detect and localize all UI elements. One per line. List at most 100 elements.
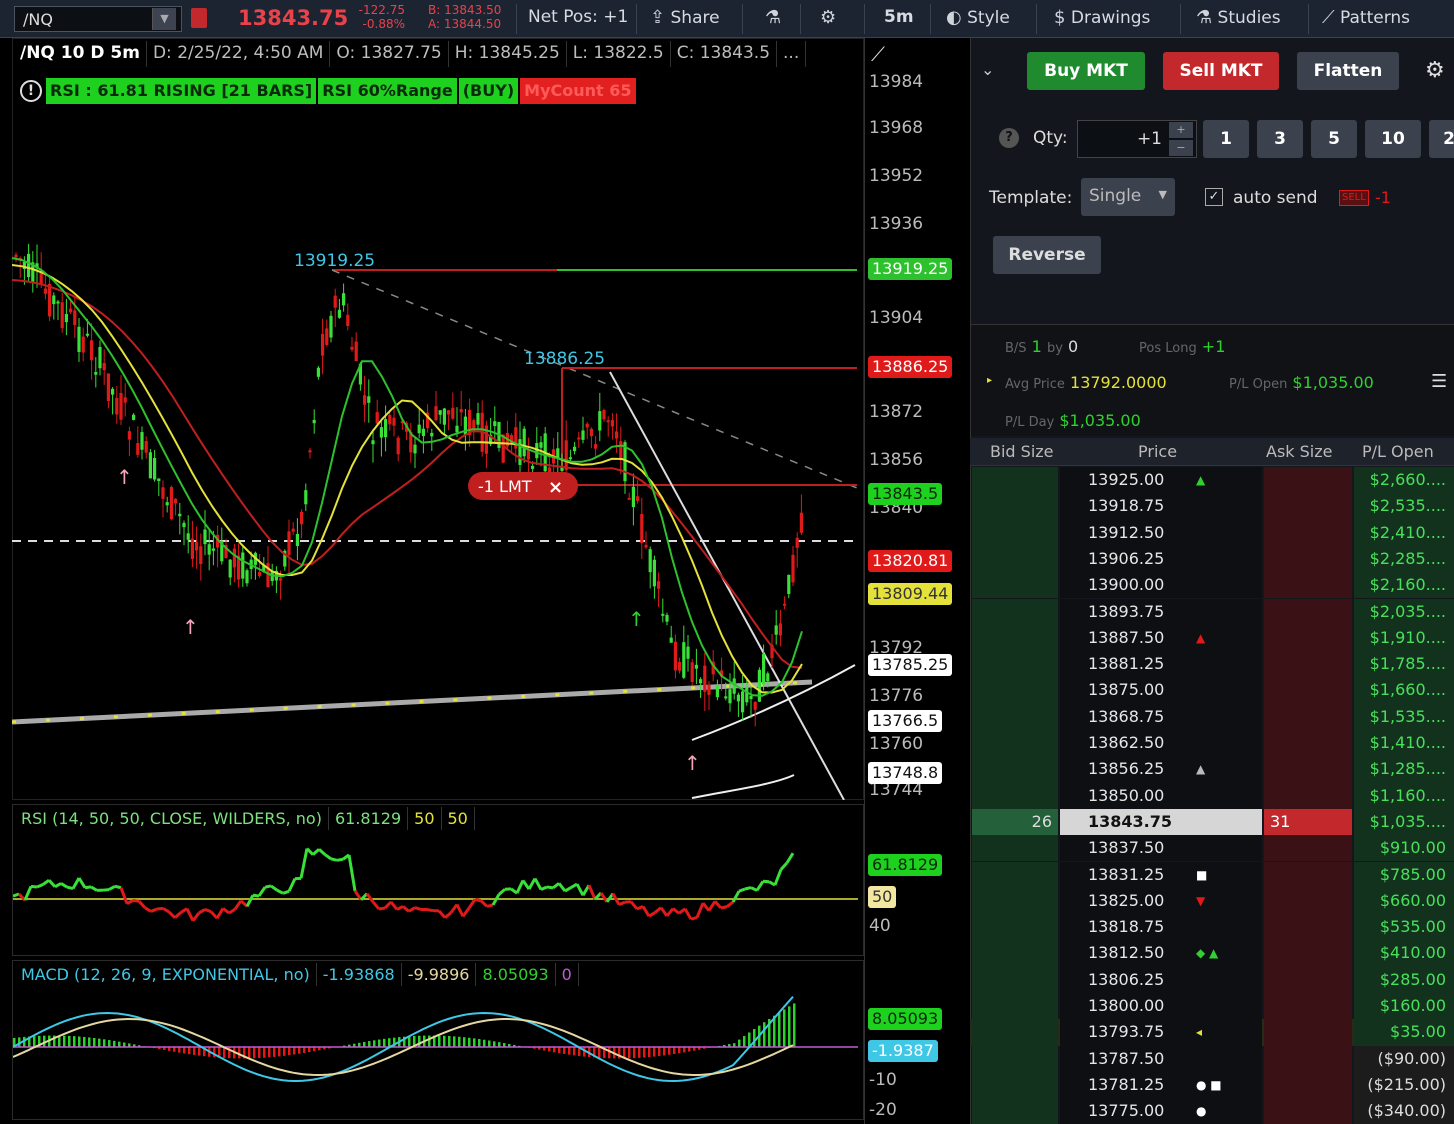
reverse-button[interactable]: Reverse <box>993 236 1101 274</box>
pl-open-header[interactable]: P/L Open <box>1362 442 1434 461</box>
ladder-row[interactable]: 13881.25 $1,785.... <box>970 651 1454 678</box>
bid-size-cell[interactable] <box>972 835 1058 862</box>
ask-size-cell[interactable] <box>1264 940 1352 967</box>
ask-size-cell[interactable] <box>1264 651 1352 678</box>
bid-size-cell[interactable] <box>972 887 1058 915</box>
sell-mkt-button[interactable]: Sell MKT <box>1163 52 1279 90</box>
qty-decrement-icon[interactable]: − <box>1169 140 1193 156</box>
price-chart-canvas[interactable]: 13919.25 13886.25 ↑ ↑ ↑ ↑ -1 LMT × <box>12 110 864 800</box>
ask-size-cell[interactable] <box>1264 782 1352 809</box>
bid-size-cell[interactable] <box>972 651 1058 678</box>
ask-size-cell[interactable] <box>1264 914 1352 941</box>
trader-settings-gear-icon[interactable]: ⚙ <box>1425 58 1445 83</box>
bid-size-cell[interactable] <box>972 493 1058 520</box>
bid-size-cell[interactable] <box>972 914 1058 941</box>
ask-size-cell[interactable] <box>1264 519 1352 546</box>
bid-size-cell[interactable] <box>972 572 1058 599</box>
ask-size-cell[interactable] <box>1264 572 1352 599</box>
header-more[interactable]: ... <box>777 41 807 67</box>
symbol-link-color-icon[interactable] <box>191 8 207 28</box>
study-label-rsi[interactable]: RSI : 61.81 RISING [21 BARS] <box>46 78 317 104</box>
ladder-row[interactable]: 13837.50 $910.00 <box>970 835 1454 862</box>
qty-preset-more[interactable]: 2 <box>1429 120 1454 158</box>
bid-size-cell[interactable] <box>972 677 1058 704</box>
axis-scale-icon[interactable]: ⟋ <box>871 42 885 66</box>
ladder-row[interactable]: 13875.00 $1,660.... <box>970 677 1454 704</box>
study-label-signal[interactable]: (BUY) <box>458 78 519 104</box>
ask-size-cell[interactable] <box>1264 624 1352 652</box>
ladder-row[interactable]: 13812.50 ◆ ▲ $410.00 <box>970 940 1454 967</box>
ladder-row[interactable]: 13868.75 $1,535.... <box>970 703 1454 730</box>
qty-preset-3[interactable]: 3 <box>1257 120 1303 158</box>
ask-size-cell[interactable] <box>1264 703 1352 730</box>
symbol-dropdown-button[interactable]: ▼ <box>152 8 176 30</box>
info-icon[interactable]: ! <box>20 80 42 102</box>
qty-preset-10[interactable]: 10 <box>1365 120 1421 158</box>
bid-size-cell[interactable] <box>972 703 1058 730</box>
template-select[interactable]: Single ▼ <box>1081 178 1175 216</box>
qty-preset-5[interactable]: 5 <box>1311 120 1357 158</box>
ladder-row[interactable]: 13793.75 ◂ $35.00 <box>970 1019 1454 1046</box>
ladder-row[interactable]: 13831.25 ■ $785.00 <box>970 861 1454 888</box>
bid-size-cell[interactable] <box>972 519 1058 546</box>
ask-size-cell[interactable] <box>1264 887 1352 915</box>
ask-size-cell[interactable] <box>1264 1045 1352 1072</box>
ask-size-cell[interactable] <box>1264 835 1352 862</box>
ladder-row[interactable]: 13850.00 $1,160.... <box>970 782 1454 809</box>
ask-size-cell[interactable] <box>1264 993 1352 1020</box>
ladder-row[interactable]: 13906.25 $2,285.... <box>970 545 1454 573</box>
bid-size-cell[interactable] <box>972 467 1058 494</box>
timeframe-selector[interactable]: 5m <box>884 7 914 27</box>
flask-button[interactable]: ⚗ <box>765 7 781 28</box>
share-button[interactable]: ⇪ Share <box>650 7 720 28</box>
bid-size-cell[interactable] <box>972 861 1058 888</box>
bid-size-cell[interactable] <box>972 1071 1058 1099</box>
price-header[interactable]: Price <box>1138 442 1177 461</box>
style-menu[interactable]: ◐ Style <box>946 7 1010 28</box>
studies-menu[interactable]: ⚗ Studies <box>1196 7 1281 28</box>
chart-settings-button[interactable]: ⚙ <box>820 7 836 28</box>
ladder-row[interactable]: 13825.00 ▼ $660.00 <box>970 887 1454 915</box>
ladder-row[interactable]: 13900.00 $2,160.... <box>970 572 1454 599</box>
order-tag[interactable]: -1 LMT × <box>468 472 578 500</box>
bid-size-cell[interactable] <box>972 598 1058 625</box>
ask-size-cell[interactable] <box>1264 861 1352 888</box>
ask-size-cell[interactable] <box>1264 545 1352 573</box>
ladder-row[interactable]: 13775.00 ● ($340.00) <box>970 1098 1454 1124</box>
ask-size-cell[interactable] <box>1264 730 1352 757</box>
ask-size-cell[interactable] <box>1264 756 1352 783</box>
bid-size-cell[interactable] <box>972 624 1058 652</box>
bid-size-header[interactable]: Bid Size <box>990 442 1054 461</box>
drawings-menu[interactable]: $ Drawings <box>1054 7 1150 28</box>
flatten-button[interactable]: Flatten <box>1297 52 1399 90</box>
ladder-row[interactable]: 13787.50 ($90.00) <box>970 1045 1454 1072</box>
ask-size-cell[interactable] <box>1264 493 1352 520</box>
ladder-row[interactable]: 13893.75 $2,035.... <box>970 598 1454 625</box>
ask-size-cell[interactable] <box>1264 966 1352 993</box>
ladder-row[interactable]: 13800.00 $160.00 <box>970 993 1454 1020</box>
ladder-row[interactable]: 13856.25 ▲ $1,285.... <box>970 756 1454 783</box>
study-label-mycount[interactable]: MyCount 65 <box>520 78 636 104</box>
collapse-chevron-icon[interactable]: ⌄ <box>981 60 994 79</box>
qty-increment-icon[interactable]: + <box>1169 122 1193 138</box>
expand-arrow-icon[interactable]: ▸ <box>987 375 992 386</box>
bid-size-cell[interactable] <box>972 940 1058 967</box>
ask-size-cell[interactable] <box>1264 467 1352 494</box>
help-icon[interactable]: ? <box>999 128 1019 148</box>
ladder-row[interactable]: 13818.75 $535.00 <box>970 914 1454 941</box>
bid-size-cell[interactable] <box>972 1019 1058 1046</box>
ladder-row[interactable]: 26 13843.75 31 $1,035.... <box>970 808 1454 836</box>
list-menu-icon[interactable]: ☰ <box>1431 371 1447 392</box>
bid-size-cell[interactable] <box>972 756 1058 783</box>
qty-preset-1[interactable]: 1 <box>1203 120 1249 158</box>
ladder-row[interactable]: 13887.50 ▲ $1,910.... <box>970 624 1454 652</box>
bid-size-cell[interactable]: 26 <box>972 808 1058 836</box>
price-axis[interactable]: ⟋ 13984 13968 13952 13936 13904 13872 13856 138… <box>864 38 970 1124</box>
ask-size-cell[interactable] <box>1264 598 1352 625</box>
auto-send-checkbox[interactable]: ✓ <box>1205 188 1223 206</box>
patterns-menu[interactable]: ⟋ Patterns <box>1322 7 1410 28</box>
ask-size-cell[interactable] <box>1264 1019 1352 1046</box>
rsi-pane[interactable]: RSI (14, 50, 50, CLOSE, WILDERS, no) 61.8… <box>12 804 864 956</box>
ladder-row[interactable]: 13781.25 ● ■ ($215.00) <box>970 1071 1454 1099</box>
ladder-row[interactable]: 13806.25 $285.00 <box>970 966 1454 993</box>
